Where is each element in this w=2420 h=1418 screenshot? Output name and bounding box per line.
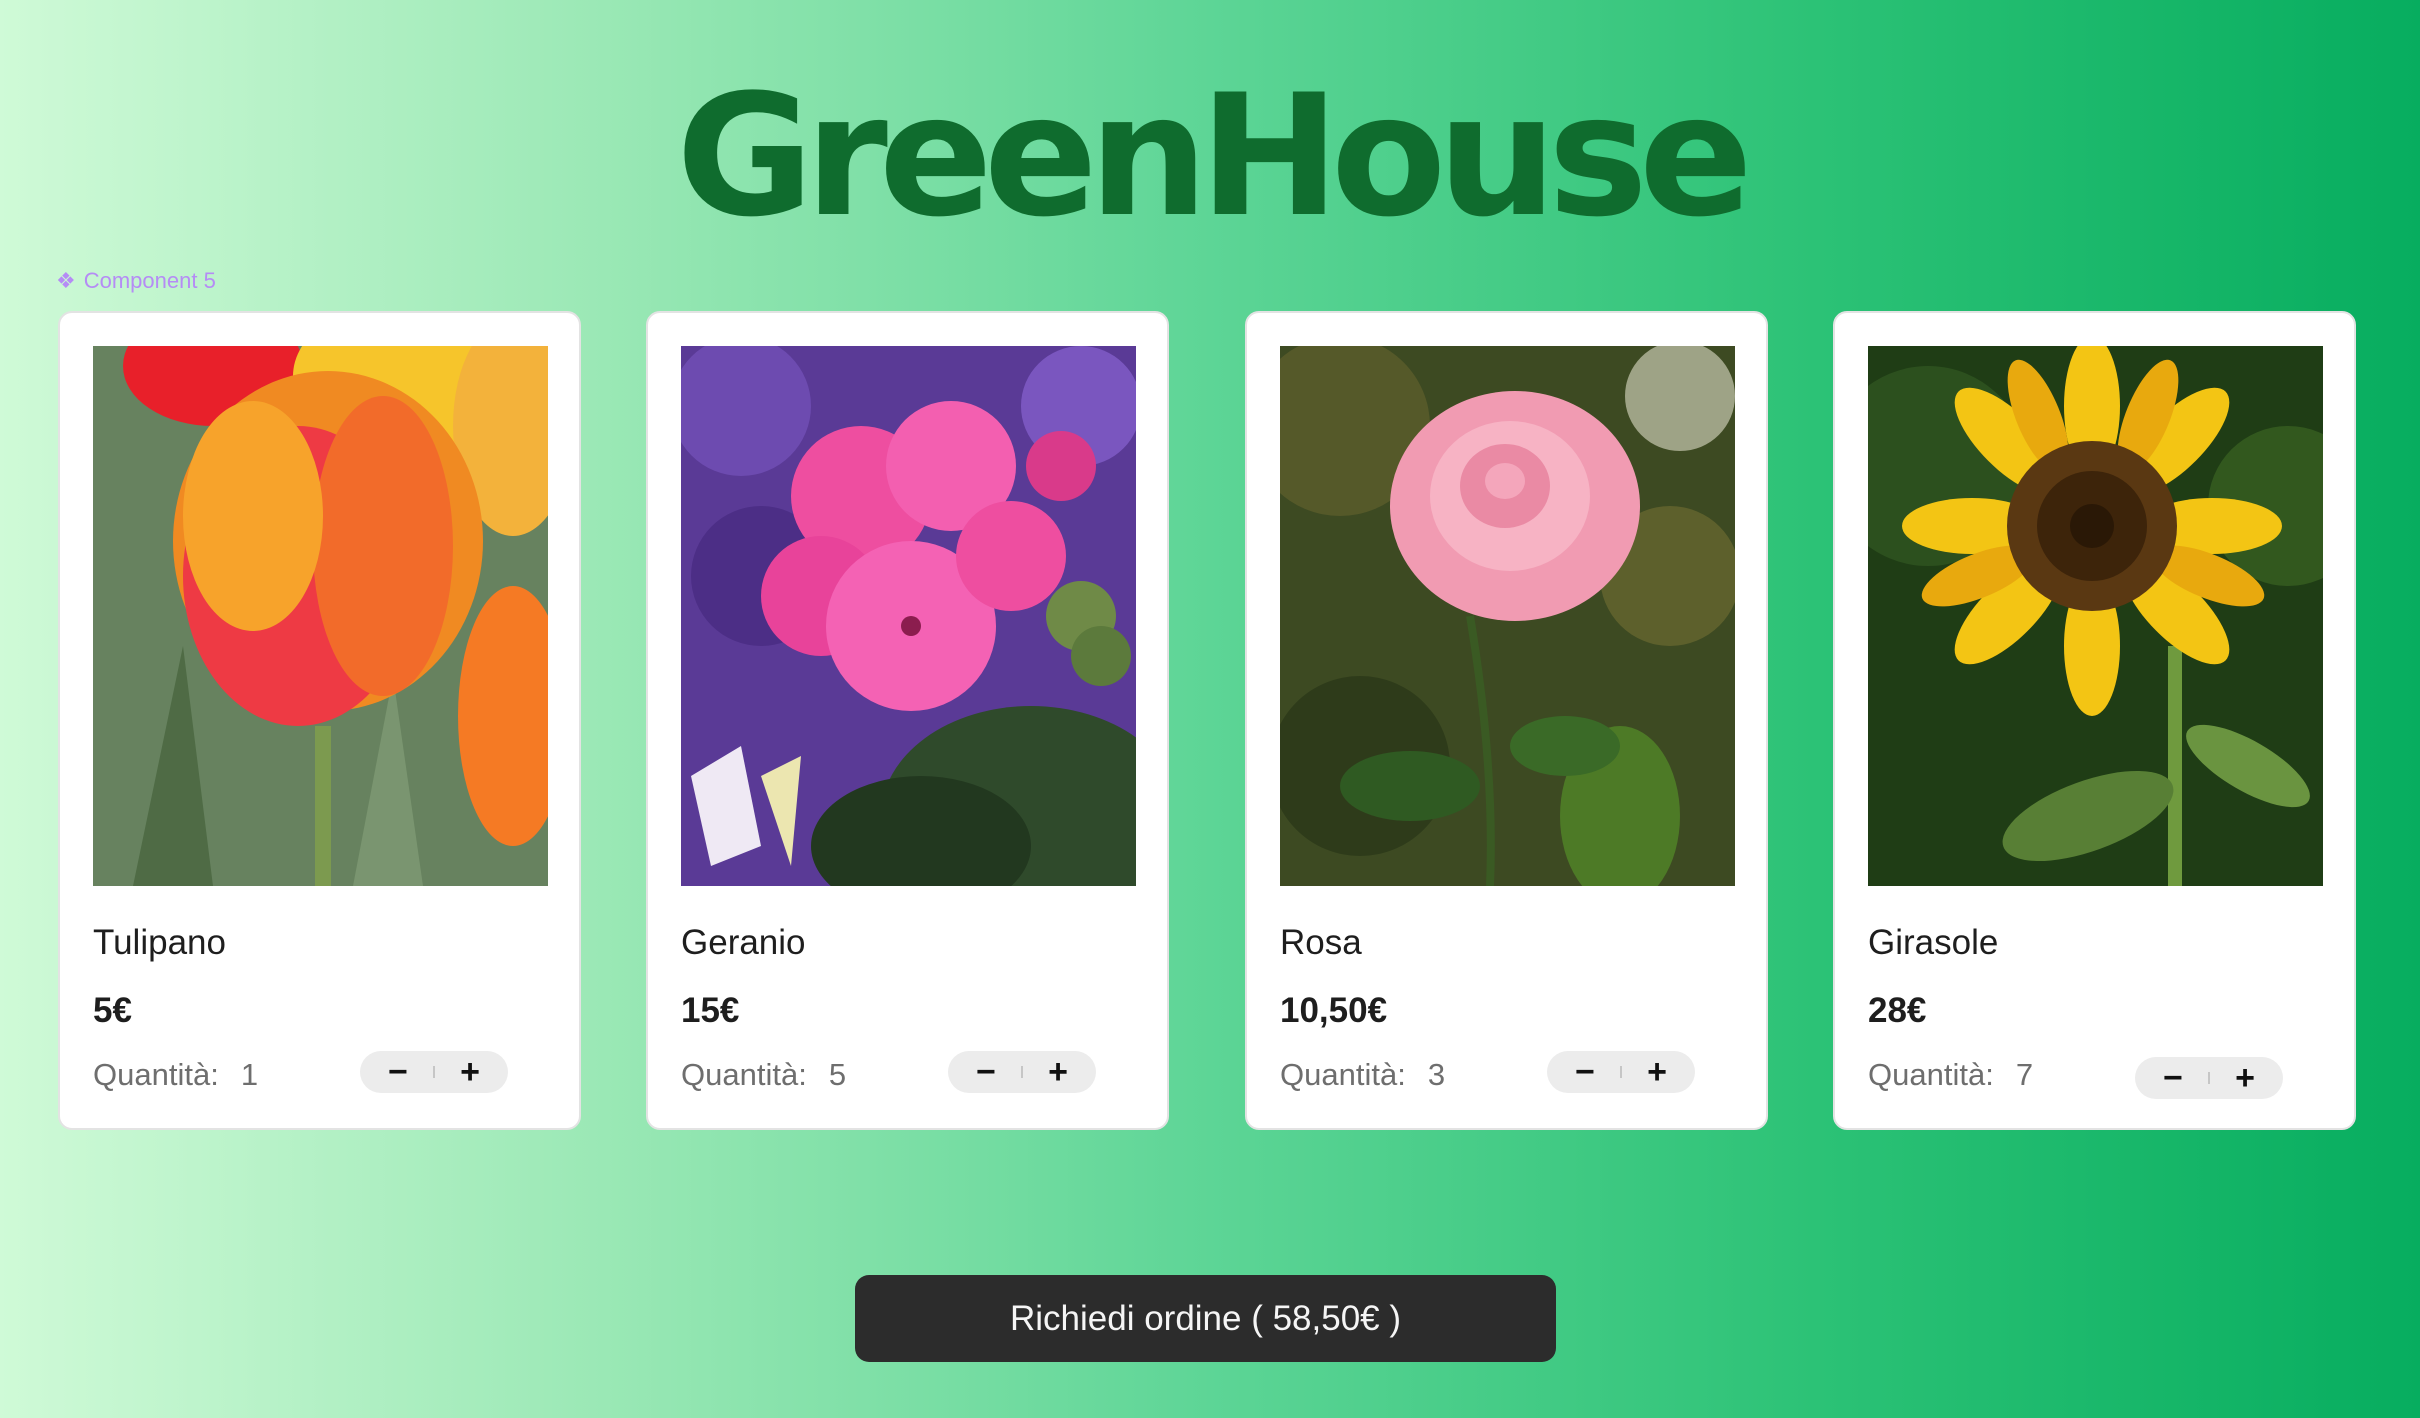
decrease-quantity-button[interactable]: − [388,1055,408,1089]
app-title: GreenHouse [676,58,1753,254]
product-price: 28€ [1868,991,1927,1030]
quantity-display: Quantità: 7 [1868,1057,2033,1093]
quantity-stepper: − + [2135,1057,2283,1099]
quantity-stepper: − + [360,1051,508,1093]
request-order-button[interactable]: Richiedi ordine ( 58,50€ ) [855,1275,1556,1362]
product-price: 15€ [681,991,740,1030]
quantity-value: 7 [2015,1057,2034,1092]
product-card-rosa: Rosa 10,50€ Quantità: 3 − + [1245,311,1768,1130]
quantity-label: Quantità: [681,1057,807,1092]
product-price: 5€ [93,991,132,1030]
quantity-display: Quantità: 1 [93,1057,258,1093]
sunflower-image [1868,346,2323,886]
component-label: ❖ Component 5 [56,268,216,294]
quantity-value: 3 [1427,1057,1446,1092]
quantity-display: Quantità: 5 [681,1057,846,1093]
quantity-stepper: − + [1547,1051,1695,1093]
product-card-tulipano: Tulipano 5€ Quantità: 1 − + [58,311,581,1130]
increase-quantity-button[interactable]: + [460,1055,480,1089]
quantity-display: Quantità: 3 [1280,1057,1445,1093]
quantity-value: 5 [828,1057,847,1092]
quantity-stepper: − + [948,1051,1096,1093]
product-card-girasole: Girasole 28€ Quantità: 7 − + [1833,311,2356,1130]
stepper-divider [1620,1066,1622,1078]
quantity-label: Quantità: [1868,1057,1994,1092]
decrease-quantity-button[interactable]: − [976,1055,996,1089]
product-price: 10,50€ [1280,991,1388,1030]
decrease-quantity-button[interactable]: − [2163,1061,2183,1095]
product-name: Rosa [1280,923,1362,962]
component-icon: ❖ [56,268,76,293]
quantity-label: Quantità: [93,1057,219,1092]
tulip-image [93,346,548,886]
increase-quantity-button[interactable]: + [2235,1061,2255,1095]
component-label-text: Component 5 [83,268,216,293]
increase-quantity-button[interactable]: + [1048,1055,1068,1089]
stepper-divider [1021,1066,1023,1078]
stepper-divider [433,1066,435,1078]
geranium-image [681,346,1136,886]
product-name: Geranio [681,923,806,962]
rose-image [1280,346,1735,886]
product-name: Girasole [1868,923,1999,962]
product-card-geranio: Geranio 15€ Quantità: 5 − + [646,311,1169,1130]
product-name: Tulipano [93,923,226,962]
quantity-value: 1 [240,1057,259,1092]
stepper-divider [2208,1072,2210,1084]
increase-quantity-button[interactable]: + [1647,1055,1667,1089]
decrease-quantity-button[interactable]: − [1575,1055,1595,1089]
quantity-label: Quantità: [1280,1057,1406,1092]
